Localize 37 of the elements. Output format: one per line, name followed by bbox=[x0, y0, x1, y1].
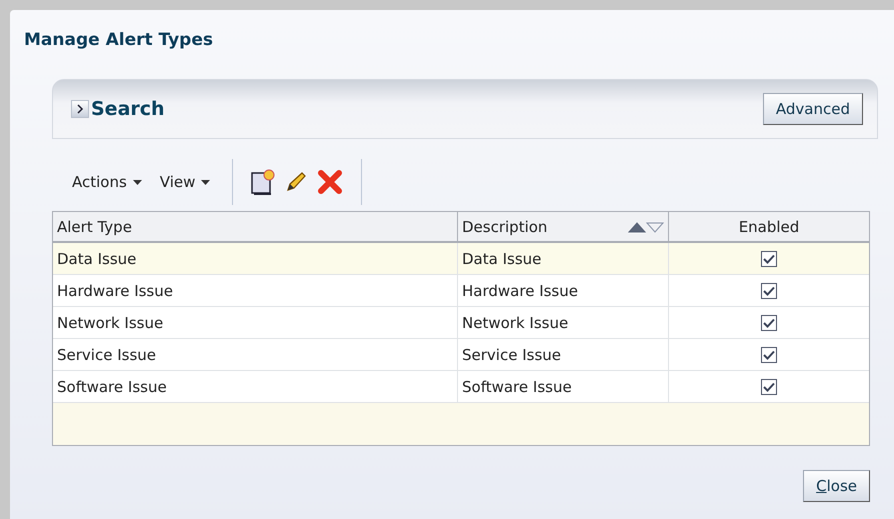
delete-icon[interactable] bbox=[317, 169, 344, 195]
column-header[interactable]: Description bbox=[458, 212, 669, 241]
checkbox[interactable] bbox=[761, 250, 777, 266]
table-row[interactable]: Service Issue Service Issue bbox=[53, 339, 869, 371]
checkbox[interactable] bbox=[761, 378, 777, 394]
table-cell: Hardware Issue bbox=[53, 275, 458, 306]
caret-icon bbox=[201, 180, 210, 184]
new-document-icon[interactable] bbox=[251, 169, 276, 195]
table-row[interactable]: Data Issue Data Issue bbox=[53, 243, 869, 275]
caret-icon bbox=[132, 180, 142, 184]
table-cell: Service Issue bbox=[53, 339, 458, 370]
table-cell: Software Issue bbox=[458, 371, 669, 402]
checkbox[interactable] bbox=[761, 282, 777, 298]
table-cell: Network Issue bbox=[53, 307, 458, 338]
checkbox[interactable] bbox=[761, 346, 777, 362]
checkbox[interactable] bbox=[761, 314, 777, 330]
table-cell: Hardware Issue bbox=[458, 275, 669, 306]
table-cell: Software Issue bbox=[53, 371, 458, 402]
sort-icon[interactable] bbox=[628, 220, 664, 232]
expand-toggle[interactable] bbox=[71, 100, 89, 118]
table-row[interactable]: Network Issue Network Issue bbox=[53, 307, 869, 339]
pencil-icon[interactable] bbox=[285, 171, 308, 193]
table-cell: Data Issue bbox=[458, 243, 669, 274]
table-cell: Network Issue bbox=[458, 307, 669, 338]
table-cell: Service Issue bbox=[458, 339, 669, 370]
menu-button[interactable]: Actions bbox=[68, 173, 146, 191]
close-button[interactable]: Close bbox=[803, 470, 870, 502]
column-header[interactable]: Alert Type bbox=[53, 212, 458, 241]
table-cell: Data Issue bbox=[53, 243, 458, 274]
table-row[interactable]: Hardware Issue Hardware Issue bbox=[53, 275, 869, 307]
table-row[interactable]: Software Issue Software Issue bbox=[53, 371, 869, 403]
advanced-button[interactable]: Advanced bbox=[762, 93, 863, 125]
dialog-title: Manage Alert Types bbox=[24, 29, 214, 52]
chevron-icon bbox=[75, 104, 85, 114]
menu-button[interactable]: View bbox=[156, 173, 214, 191]
search-title: Search bbox=[91, 98, 166, 120]
column-header[interactable]: Enabled bbox=[669, 212, 869, 241]
